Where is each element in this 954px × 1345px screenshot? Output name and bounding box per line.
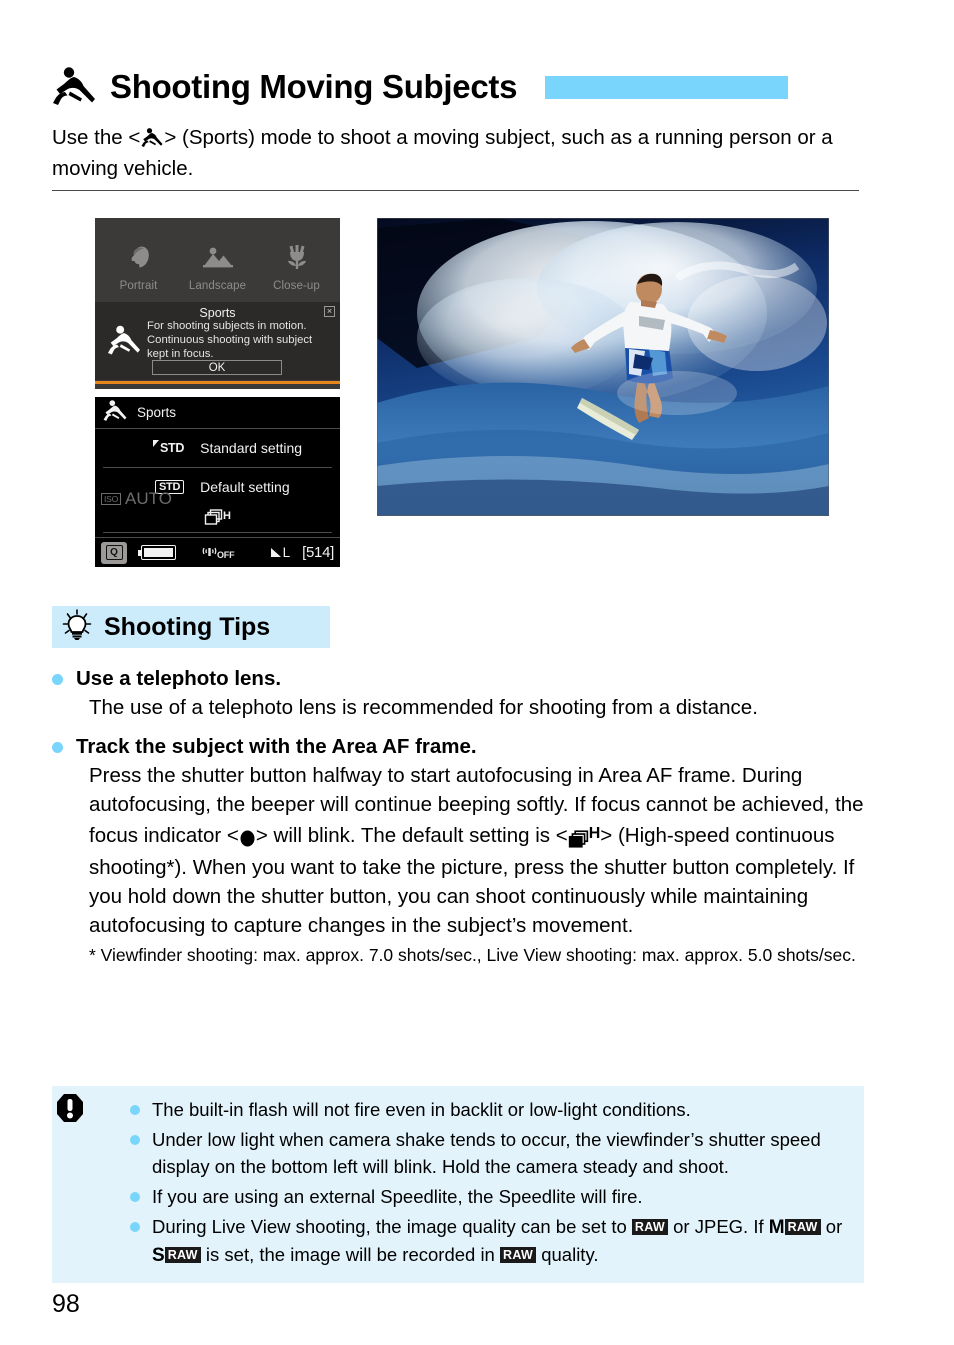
dialog-ok-button[interactable]: OK	[152, 360, 282, 375]
close-icon[interactable]: ×	[324, 306, 335, 317]
intro-text-before: Use the <	[52, 126, 141, 149]
caution-item: Under low light when camera shake tends …	[130, 1126, 850, 1180]
shots-remaining: [514]	[302, 544, 334, 561]
sports-runner-icon-inline	[141, 126, 163, 147]
quick-control-label: Q	[105, 545, 123, 560]
shooting-tips-body: Use a telephoto lens. The use of a telep…	[52, 664, 864, 968]
tip-1-body: The use of a telephoto lens is recommend…	[89, 696, 758, 719]
continuous-shooting-icon-inline	[568, 824, 589, 853]
caution-4-text-4: is set, the image will be recorded in	[200, 1244, 500, 1265]
portrait-icon	[131, 246, 149, 268]
tip-1-heading: Use a telephoto lens.	[52, 664, 864, 693]
landscape-icon	[202, 247, 233, 268]
tip-2-footnote: * Viewfinder shooting: max. approx. 7.0 …	[89, 945, 856, 965]
tip-2-drive-suffix: H	[588, 825, 601, 842]
shooting-tips-header: Shooting Tips	[52, 606, 330, 648]
tip-2-heading: Track the subject with the Area AF frame…	[52, 732, 864, 761]
tip-2-body: Press the shutter button halfway to star…	[89, 761, 864, 940]
manual-page: Shooting Moving Subjects Use the < > (Spo…	[0, 0, 954, 1345]
surfer-riding-wave-photo	[377, 218, 829, 516]
mode-closeup-label: Close-up	[273, 280, 320, 292]
settings-header: Sports	[95, 397, 340, 429]
mode-icon-row: Portrait Landscape Close-up	[95, 218, 340, 300]
caution-item: The built-in flash will not fire even in…	[130, 1096, 850, 1123]
mode-portrait-label: Portrait	[119, 280, 158, 292]
settings-mode-label: Sports	[137, 405, 177, 420]
battery-full-icon	[138, 545, 176, 560]
tip-1-heading-text: Use a telephoto lens.	[76, 667, 282, 690]
bullet-dot	[52, 742, 63, 753]
standard-setting-label: Standard setting	[200, 440, 303, 456]
caution-4-text-1: During Live View shooting, the image qua…	[152, 1216, 632, 1237]
caution-item: During Live View shooting, the image qua…	[130, 1213, 850, 1269]
wifi-off-icon: OFF	[202, 545, 235, 560]
title-accent-bar	[545, 76, 789, 99]
quality-fine-icon	[270, 548, 281, 557]
wifi-off-label: OFF	[217, 550, 235, 560]
dialog-title: Sports	[199, 306, 236, 320]
tip-2-heading-text: Track the subject with the Area AF frame…	[76, 735, 477, 758]
mode-closeup: Close-up	[257, 242, 336, 294]
camera-status-bar: Q OFF L [514]	[95, 537, 340, 567]
bullet-dot	[130, 1135, 140, 1145]
mode-landscape: Landscape	[178, 244, 257, 294]
camera-screens-figure: Portrait Landscape Close-up Sports × For…	[95, 218, 340, 567]
warning-exclamation-icon	[55, 1092, 85, 1129]
orange-accent-bar	[95, 381, 340, 384]
page-title: Shooting Moving Subjects	[110, 67, 518, 105]
intro-text-after: > (Sports) mode to shoot a moving subjec…	[52, 126, 833, 180]
sports-mode-dialog: Sports × For shooting subjects in motion…	[95, 302, 340, 380]
dialog-body-text: For shooting subjects in motion. Continu…	[147, 320, 313, 360]
caution-list: The built-in flash will not fire even in…	[130, 1096, 850, 1269]
caution-item-text: If you are using an external Speedlite, …	[152, 1186, 643, 1207]
caution-box: The built-in flash will not fire even in…	[52, 1086, 864, 1283]
mode-landscape-label: Landscape	[188, 280, 247, 292]
bullet-dot	[130, 1222, 140, 1232]
image-quality-indicator: L	[270, 545, 291, 560]
drive-mode-suffix: H	[223, 510, 231, 522]
intro-paragraph: Use the < > (Sports) mode to shoot a movi…	[52, 122, 864, 184]
mode-select-screen: Portrait Landscape Close-up Sports × For…	[95, 218, 340, 389]
default-setting-label: Default setting	[200, 479, 290, 495]
caution-item-text: The built-in flash will not fire even in…	[152, 1099, 691, 1120]
shooting-tips-title: Shooting Tips	[104, 612, 271, 641]
quick-control-button[interactable]: Q	[101, 541, 127, 564]
sraw-size-label: S	[152, 1245, 165, 1266]
bullet-dot	[130, 1192, 140, 1202]
bullet-dot	[130, 1105, 140, 1115]
raw-badge: RAW	[500, 1247, 537, 1263]
header-divider	[52, 190, 859, 191]
iso-badge: ISO	[101, 493, 122, 505]
raw-badge: RAW	[164, 1247, 201, 1263]
sports-runner-icon	[52, 65, 96, 107]
settings-divider-2	[103, 532, 332, 533]
sports-runner-icon-settings	[103, 399, 127, 427]
caution-item-text: Under low light when camera shake tends …	[152, 1129, 821, 1177]
iso-value: AUTO	[125, 489, 172, 508]
page-title-row: Shooting Moving Subjects	[52, 62, 902, 110]
caution-4-text-3: or	[820, 1216, 843, 1237]
closeup-flower-icon	[287, 245, 306, 269]
page-number: 98	[52, 1290, 80, 1318]
lightbulb-icon	[62, 608, 92, 646]
caution-4-text-2: or JPEG. If	[668, 1216, 769, 1237]
shooting-settings-screen: Sports STD Standard setting STD Default …	[95, 397, 340, 567]
tip-2-text-2: > will blink. The default setting is <	[255, 824, 568, 847]
quality-size-label: L	[282, 545, 291, 560]
iso-auto-indicator: ISO AUTO	[101, 489, 172, 509]
continuous-shooting-icon	[204, 509, 223, 526]
std-flag-badge: STD	[152, 440, 184, 455]
drive-mode-row[interactable]: H	[95, 506, 340, 532]
caution-item: If you are using an external Speedlite, …	[130, 1183, 850, 1210]
bullet-dot	[52, 674, 63, 685]
sports-runner-icon-dialog	[107, 324, 141, 361]
row-standard-setting[interactable]: STD Standard setting	[95, 429, 340, 467]
mraw-size-label: M	[768, 1217, 785, 1238]
mode-portrait: Portrait	[99, 242, 178, 294]
focus-confirmation-dot-icon	[239, 824, 256, 853]
raw-badge: RAW	[631, 1219, 668, 1235]
caution-item-text-raw: During Live View shooting, the image qua…	[152, 1213, 850, 1269]
caution-4-text-5: quality.	[536, 1244, 599, 1265]
raw-badge: RAW	[784, 1219, 821, 1235]
